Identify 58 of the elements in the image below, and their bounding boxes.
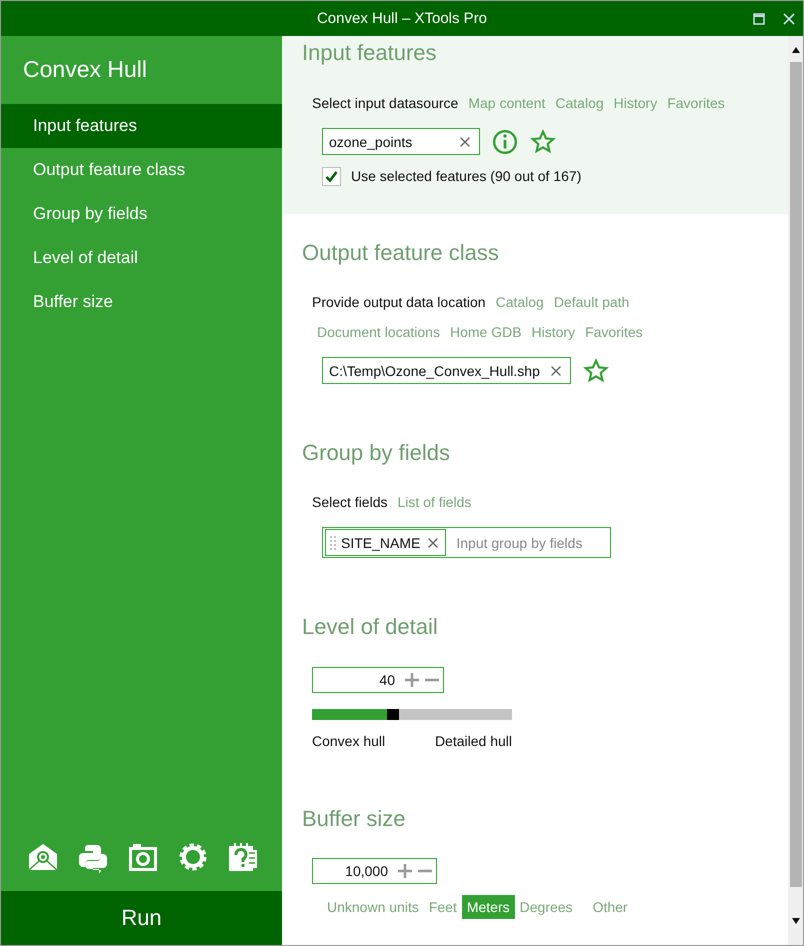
prompt-label: Provide output data location — [312, 294, 486, 310]
field-tag: SITE_NAME — [325, 529, 446, 556]
info-icon[interactable] — [492, 128, 518, 154]
section-heading: Input features — [301, 39, 438, 67]
help-notebook-icon[interactable] — [227, 841, 259, 873]
sidebar-item[interactable]: Buffer size — [1, 280, 282, 324]
checkbox[interactable] — [322, 166, 341, 186]
section-heading: Output feature class — [301, 239, 500, 267]
location-link[interactable]: Favorites — [585, 324, 643, 340]
group-fields-field[interactable]: SITE_NAME Input group by fields — [322, 527, 612, 558]
source-link[interactable]: History — [614, 95, 658, 111]
drag-handle-icon[interactable] — [330, 536, 336, 550]
location-link[interactable]: Catalog — [496, 294, 544, 310]
section-heading: Buffer size — [301, 805, 407, 833]
unit-option[interactable]: Unknown units — [322, 895, 424, 919]
section-heading: Group by fields — [301, 439, 451, 467]
run-button[interactable]: Run — [1, 891, 282, 945]
prompt-label: Select input datasource — [312, 95, 458, 111]
scrollbar[interactable] — [788, 36, 803, 945]
window-title: Convex Hull – XTools Pro — [316, 10, 488, 27]
fields-link[interactable]: List of fields — [397, 494, 472, 510]
location-link[interactable]: Home GDB — [450, 324, 522, 340]
prompt-label: Select fields — [312, 494, 388, 510]
unit-option[interactable]: Other — [588, 895, 633, 919]
sidebar-item[interactable]: Output feature class — [1, 148, 282, 192]
location-link[interactable]: Default path — [554, 294, 630, 310]
sidebar-item[interactable]: Group by fields — [1, 192, 282, 236]
sidebar-item[interactable]: Level of detail — [1, 236, 282, 280]
section-heading: Level of detail — [301, 613, 439, 641]
location-link[interactable]: History — [532, 324, 576, 340]
slider-min-label: Convex hull — [312, 733, 386, 749]
email-icon[interactable] — [27, 841, 59, 873]
star-icon[interactable] — [530, 128, 556, 154]
buffer-number-field[interactable]: 10,000 — [312, 858, 437, 884]
maximize-icon[interactable] — [753, 12, 765, 24]
output-path-field[interactable]: C:\Temp\Ozone_Convex_Hull.shp — [322, 357, 571, 384]
settings-icon[interactable] — [177, 841, 209, 873]
checkbox-label: Use selected features (90 out of 167) — [351, 168, 582, 184]
plus-icon[interactable] — [396, 862, 414, 880]
sidebar-title: Convex Hull — [22, 55, 148, 84]
detail-slider[interactable] — [312, 709, 512, 720]
source-link[interactable]: Map content — [468, 95, 546, 111]
source-link[interactable]: Catalog — [555, 95, 604, 111]
slider-max-label: Detailed hull — [434, 733, 512, 749]
close-icon[interactable] — [783, 12, 795, 24]
plus-icon[interactable] — [403, 671, 421, 689]
scroll-down-icon[interactable] — [790, 917, 800, 925]
scroll-up-icon[interactable] — [790, 46, 800, 54]
source-link[interactable]: Favorites — [667, 95, 725, 111]
unit-option[interactable]: Degrees — [514, 895, 578, 919]
unit-option[interactable]: Meters — [462, 895, 515, 919]
camera-icon[interactable] — [127, 841, 159, 873]
star-icon[interactable] — [582, 358, 609, 384]
sidebar-item[interactable]: Input features — [1, 104, 282, 148]
input-field[interactable]: ozone_points — [322, 128, 480, 155]
detail-number-field[interactable]: 40 — [312, 667, 444, 693]
location-link[interactable]: Document locations — [317, 324, 440, 340]
unit-option[interactable]: Feet — [424, 895, 462, 919]
